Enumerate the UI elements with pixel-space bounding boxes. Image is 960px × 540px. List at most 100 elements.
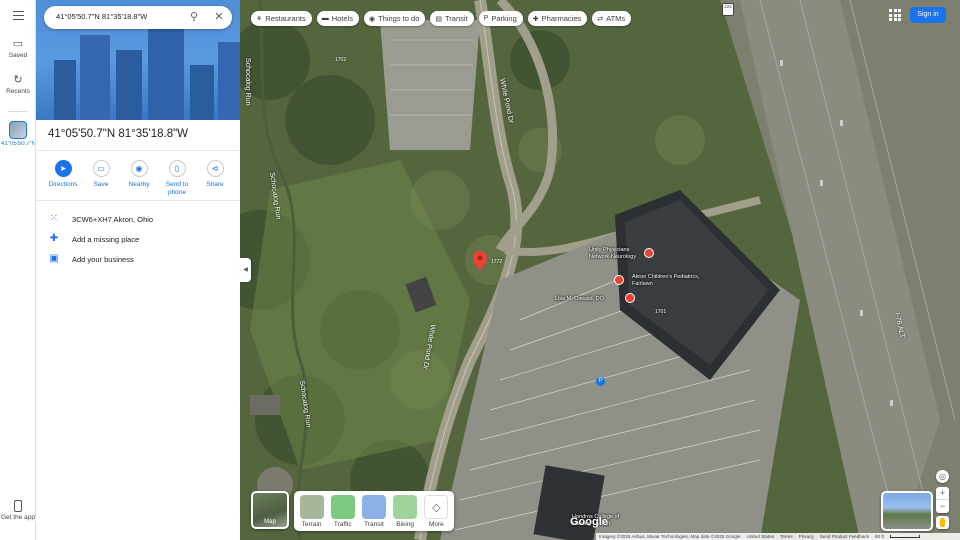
poi-unity-physicians[interactable]: Unity Physicians Network-Neurology [589,247,654,260]
layer-switcher-button[interactable]: Map [251,491,289,529]
plus-code-icon: ⁙ [49,213,59,224]
google-logo: Google [570,516,608,528]
medical-poi-icon [625,293,635,303]
address-number: 1772 [491,259,503,265]
saved-label: Saved [8,52,28,59]
directions-button[interactable]: ➤ Directions [44,160,82,197]
close-icon[interactable]: ✕ [213,11,225,23]
biking-icon [393,495,418,519]
parking-icon[interactable]: P [596,377,605,386]
zoom-in-button[interactable]: + [936,487,949,500]
chip-pharmacies[interactable]: ✚ Pharmacies [527,11,588,26]
layer-label: Traffic [333,521,352,528]
restaurant-icon: ⚘ [256,15,263,23]
map-footer: Imagery ©2025 Airbus, Maxar Technologies… [596,533,960,540]
chip-transit[interactable]: ▤ Transit [430,11,474,26]
saved-button[interactable]: ▭ Saved [0,38,36,59]
terrain-icon [299,495,324,519]
chip-hotels[interactable]: ▬ Hotels [316,11,359,26]
privacy-link[interactable]: Privacy [799,534,814,539]
layer-terrain[interactable]: Terrain [299,495,325,531]
nearby-button[interactable]: ◉ Nearby [120,160,158,197]
poi-akron-childrens[interactable]: Akron Children's Pediatrics, Fairlawn [614,274,702,287]
pegman-icon[interactable] [936,516,949,529]
poi-label: Akron Children's Pediatrics, Fairlawn [632,274,700,287]
feedback-link[interactable]: Send Product Feedback [820,534,869,539]
category-chips: ⚘ Restaurants ▬ Hotels ◉ Things to do ▤ Tran… [251,11,632,26]
chip-label: ATMs [606,14,626,23]
add-missing-place-text: Add a missing place [72,234,140,244]
save-button[interactable]: ▭ Save [82,160,120,197]
layer-transit[interactable]: Transit [361,495,387,531]
share-icon: ⊲ [206,160,224,177]
atm-icon: ⇄ [597,15,604,23]
sign-in-button[interactable]: Sign in [910,7,946,23]
add-missing-place-row[interactable]: ✚ Add a missing place [48,233,139,245]
terms-link[interactable]: Terms [780,534,793,539]
layer-label: Terrain [301,521,322,528]
chip-atms[interactable]: ⇄ ATMs [592,11,632,26]
directions-icon: ➤ [54,160,72,177]
add-business-text: Add your business [72,254,134,264]
zoom-out-button[interactable]: − [936,500,949,513]
collapse-panel-button[interactable]: ◀ [240,258,251,282]
business-icon: ▣ [49,253,59,264]
plus-code-text: 3CW6+XH7 Akron, Ohio [72,214,154,224]
search-box[interactable]: 41°05'50.7"N 81°35'18.8"W ⚲ ✕ [44,6,232,29]
country-link[interactable]: United States [747,534,775,539]
street-view-thumbnail[interactable] [881,491,933,531]
hotel-icon: ▬ [321,15,329,22]
share-label: Share [206,181,224,188]
send-to-phone-button[interactable]: ▯ Send to phone [158,160,196,197]
traffic-icon [330,495,355,519]
search-icon[interactable]: ⚲ [188,11,200,23]
chip-things-to-do[interactable]: ◉ Things to do [363,11,426,26]
phone-icon: ▯ [168,160,186,177]
my-location-button[interactable]: ◎ [936,470,949,483]
menu-button[interactable] [0,11,36,20]
layer-more[interactable]: ◇ More [423,495,449,531]
road-label: Schocalog Run [244,58,251,106]
recents-button[interactable]: ↻ Recents [0,74,36,95]
place-title: 41°05'50.7"N 81°35'18.8"W [48,128,189,140]
share-button[interactable]: ⊲ Share [196,160,234,197]
chip-parking[interactable]: P Parking [478,11,523,26]
chip-label: Transit [445,14,468,23]
apps-grid-icon[interactable] [889,9,901,21]
highway-shield-icon[interactable]: 224 [722,3,734,16]
transit-icon [361,495,386,519]
phone-icon [14,500,22,512]
imagery-attribution: Imagery ©2025 Airbus, Maxar Technologies… [599,534,741,539]
chip-restaurants[interactable]: ⚘ Restaurants [251,11,312,26]
add-business-row[interactable]: ▣ Add your business [48,253,134,265]
medical-poi-icon [614,275,624,285]
recent-item[interactable]: 41°05'50.7"N... [0,121,36,156]
chevron-left-icon: ◀ [243,267,248,273]
nearby-icon: ◉ [130,160,148,177]
plus-code-row[interactable]: ⁙ 3CW6+XH7 Akron, Ohio [48,213,153,225]
layer-traffic[interactable]: Traffic [330,495,356,531]
scale-label[interactable]: 50 ft [875,534,884,539]
chip-label: Restaurants [265,14,306,23]
layer-options: Terrain Traffic Transit Biking ◇ More [294,491,454,531]
send-to-phone-label: Send to phone [165,181,189,196]
get-app-label: Get the app [1,514,35,521]
recent-item-label: 41°05'50.7"N... [1,141,35,147]
zoom-control: + − [936,487,949,513]
layer-biking[interactable]: Biking [392,495,418,531]
dropped-pin-icon[interactable] [473,251,487,271]
save-label: Save [93,181,109,188]
map-canvas[interactable] [240,0,960,540]
layer-label: Transit [364,521,384,528]
poi-lisa-oswald[interactable]: Lisa M. Oswald, DO [555,293,635,303]
place-panel: 41°05'50.7"N 81°35'18.8"W ➤ Directions ▭… [36,0,240,540]
chip-label: Parking [491,14,517,23]
action-bar: ➤ Directions ▭ Save ◉ Nearby ▯ Send to p… [44,160,234,197]
get-app-button[interactable]: Get the app [0,500,36,521]
search-input[interactable]: 41°05'50.7"N 81°35'18.8"W [56,12,147,21]
divider [36,150,240,151]
address-number: 1702 [335,57,347,63]
nearby-label: Nearby [128,181,150,188]
rail-divider [8,111,28,112]
layer-label: More [428,521,444,528]
